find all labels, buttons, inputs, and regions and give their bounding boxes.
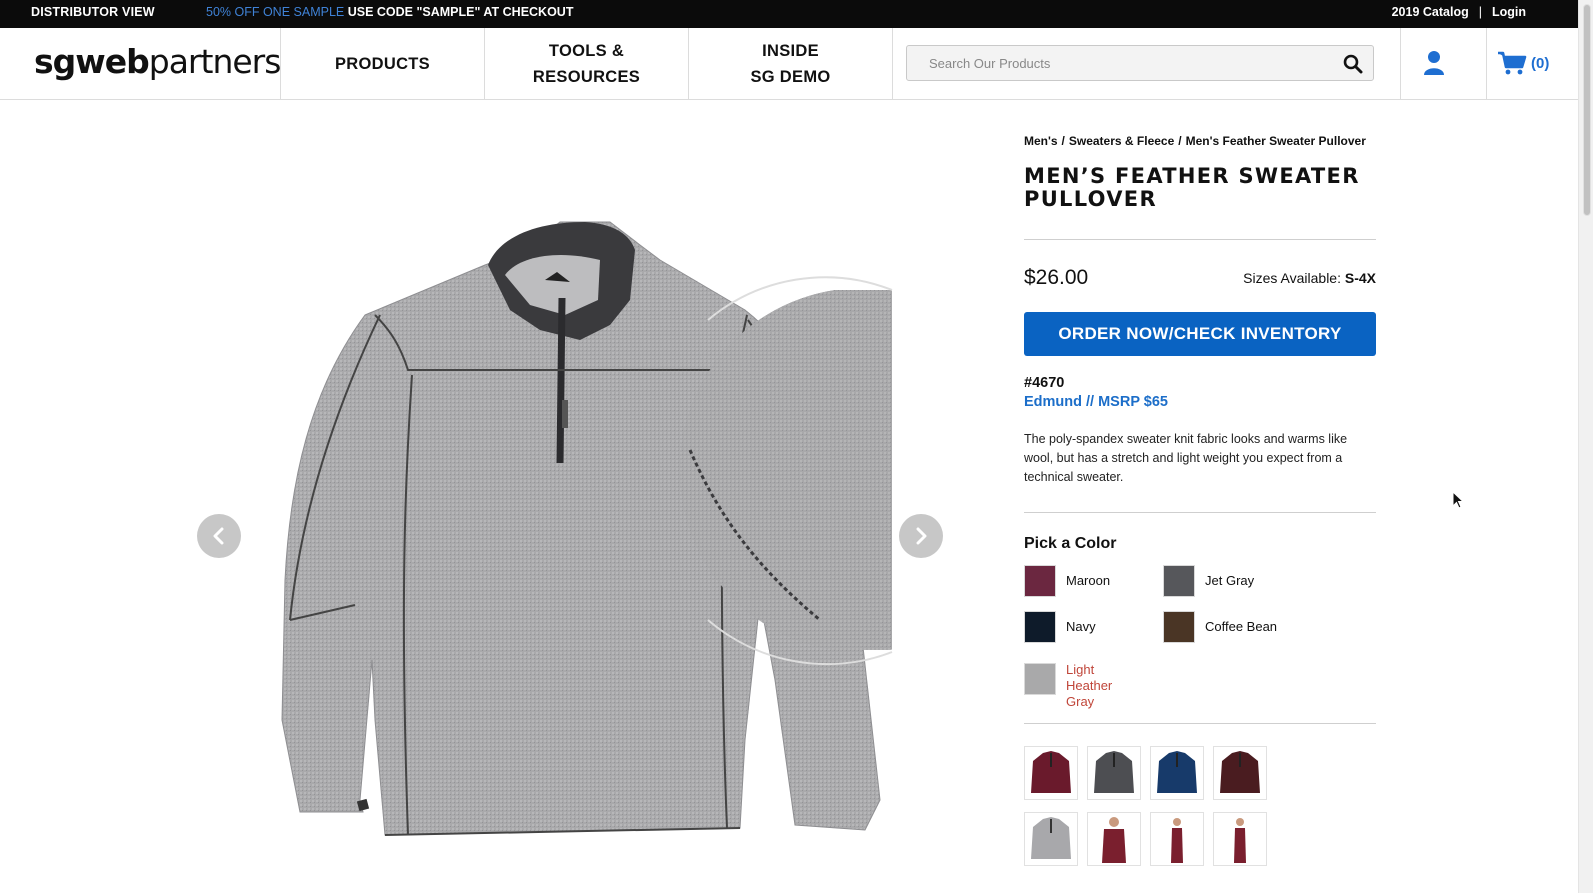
cart-count: (0) [1531,54,1550,72]
product-price: $26.00 [1024,266,1089,289]
catalog-link[interactable]: 2019 Catalog [1392,5,1469,19]
product-image [281,221,1000,836]
site-logo[interactable]: sgwebpartners [34,42,282,81]
top-links-separator: | [1478,5,1482,19]
distributor-view-label[interactable]: DISTRIBUTOR VIEW [31,5,155,19]
swatch-box [1024,565,1056,597]
thumbnail-model-side[interactable] [1150,812,1204,866]
sizes-value: S-4X [1344,270,1376,286]
scrollbar-thumb[interactable] [1583,4,1591,216]
search-input[interactable] [907,46,1307,80]
thumbnail-image [1234,818,1246,863]
color-swatch-jet-gray[interactable]: Jet Gray [1163,565,1254,597]
user-icon[interactable] [1422,50,1446,76]
breadcrumb: Men's / Sweaters & Fleece / Men's Feather Sw… [1024,132,1376,151]
thumbnail-maroon[interactable] [1024,746,1078,800]
prev-image-button[interactable] [197,514,241,558]
chevron-right-icon [916,527,927,545]
divider [1024,723,1376,724]
sizes-available: Sizes Available: S-4X [1243,270,1376,286]
thumbnail-model-back[interactable] [1213,812,1267,866]
breadcrumb-sweaters-fleece[interactable]: Sweaters & Fleece [1069,134,1174,148]
logo-part-sg: sg [34,42,76,81]
breadcrumb-separator: / [1178,134,1182,148]
promo-highlight: 50% OFF ONE SAMPLE [206,5,345,19]
chevron-left-icon [213,527,224,545]
swatch-label: Jet Gray [1205,573,1255,588]
swatch-label-selected: Light Heather Gray [1066,662,1113,709]
thumbnail-navy[interactable] [1150,746,1204,800]
login-link[interactable]: Login [1492,5,1526,19]
breadcrumb-current[interactable]: Men's Feather Sweater Pullover [1186,134,1366,148]
thumbnail-gallery [1024,746,1376,886]
order-now-button[interactable]: ORDER NOW/CHECK INVENTORY [1024,312,1376,356]
thumbnail-coffee-bean[interactable] [1213,746,1267,800]
product-title: MEN’S FEATHER SWEATER PULLOVER [1024,164,1360,211]
thumbnail-light-heather-gray[interactable] [1024,812,1078,866]
thumbnail-image [1031,817,1071,859]
thumbnail-jet-gray[interactable] [1087,746,1141,800]
product-details: Men's / Sweaters & Fleece / Men's Feather Sw… [1024,100,1376,886]
site-header: sgwebpartners PRODUCTS TOOLS & RESOURCES… [0,28,1578,100]
thumbnail-image [1157,751,1197,793]
breadcrumb-separator: / [1061,134,1065,148]
next-image-button[interactable] [899,514,943,558]
color-swatch-maroon[interactable]: Maroon [1024,565,1110,597]
thumbnail-model-front[interactable] [1087,812,1141,866]
search-box [906,45,1374,81]
pick-color-heading: Pick a Color [1024,535,1117,552]
color-swatch-light-heather-gray[interactable]: Light Heather Gray [1024,662,1126,710]
nav-products[interactable]: PRODUCTS [280,28,484,99]
thumbnail-image [1102,817,1126,863]
logo-part-web: web [75,42,149,81]
mouse-cursor-icon [1452,491,1464,509]
thumbnail-image [1171,818,1183,863]
page-scrollbar[interactable] [1578,0,1593,893]
product-gallery [0,100,1000,893]
divider [1024,239,1376,240]
color-swatch-coffee-bean[interactable]: Coffee Bean [1163,611,1277,643]
product-description: The poly-spandex sweater knit fabric loo… [1024,432,1348,484]
color-swatch-navy[interactable]: Navy [1024,611,1096,643]
product-sku: #4670 [1024,375,1065,391]
brand-msrp-link[interactable]: Edmund // MSRP $65 [1024,394,1376,410]
thumbnail-image [1094,751,1134,793]
top-promo-bar: DISTRIBUTOR VIEW 50% OFF ONE SAMPLE USE … [0,0,1578,28]
cart-icon [1498,51,1527,75]
nav-inside-sg-demo[interactable]: INSIDE SG DEMO [688,28,892,99]
breadcrumb-mens[interactable]: Men's [1024,134,1058,148]
swatch-label: Navy [1066,619,1096,634]
swatch-box [1163,611,1195,643]
price-row: $26.00 Sizes Available: S-4X [1024,266,1376,306]
thumbnail-image [1220,751,1260,793]
nav-tools-resources[interactable]: TOOLS & RESOURCES [484,28,688,99]
search-icon[interactable] [1343,54,1363,74]
swatch-box [1024,611,1056,643]
swatch-label: Maroon [1066,573,1111,588]
divider [1024,512,1376,513]
color-picker: Maroon Jet Gray Navy Coffee Bean Light H… [1024,565,1376,711]
top-links: 2019 Catalog | Login [1392,5,1526,19]
promo-code: USE CODE "SAMPLE" AT CHECKOUT [347,5,574,19]
logo-part-partners: partners [148,42,282,81]
swatch-label: Coffee Bean [1205,619,1278,634]
cart-button[interactable]: (0) [1497,50,1549,76]
swatch-box [1024,663,1056,695]
promo-message: 50% OFF ONE SAMPLE USE CODE "SAMPLE" AT … [206,5,573,19]
sizes-label: Sizes Available: [1243,270,1341,286]
thumbnail-image [1031,751,1071,793]
swatch-box [1163,565,1195,597]
